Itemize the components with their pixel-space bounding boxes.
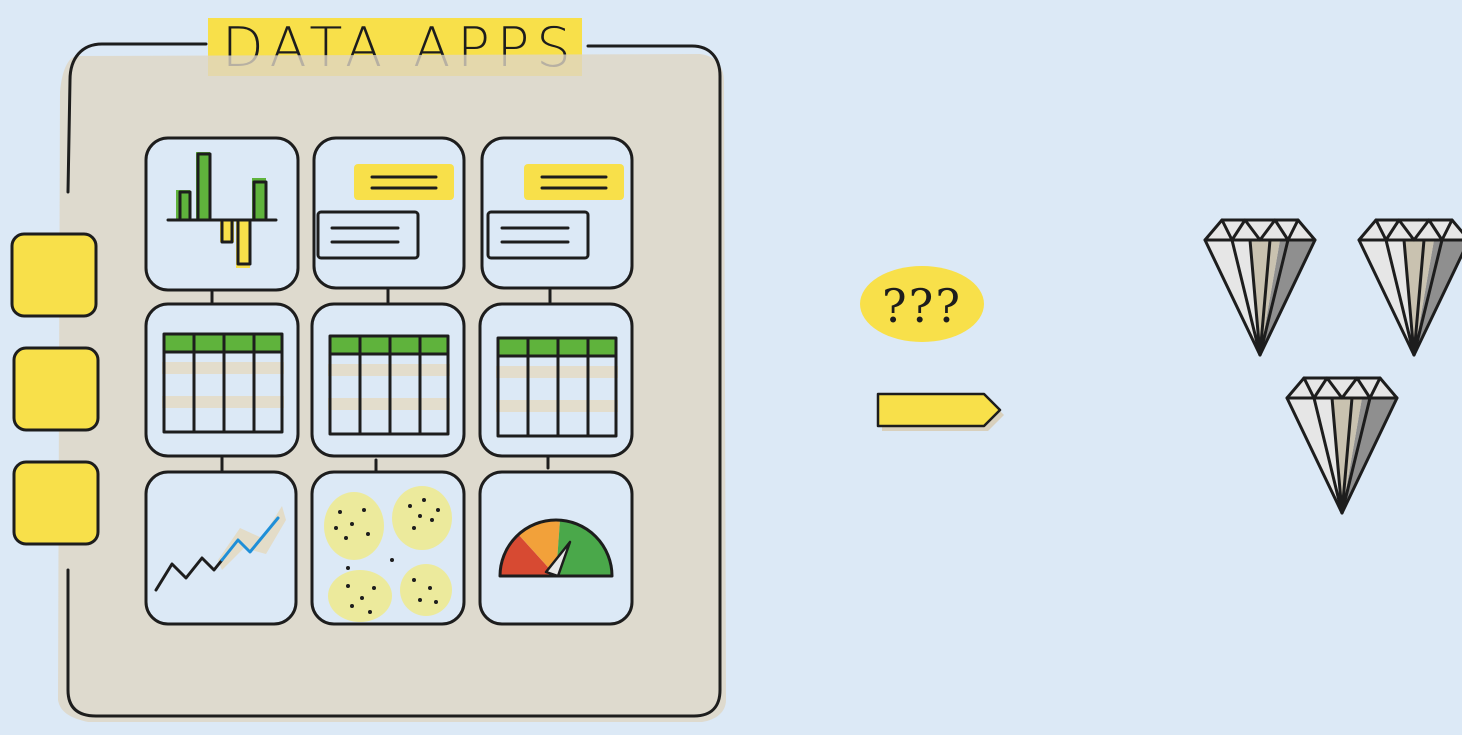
tile bbox=[478, 470, 634, 626]
tile bbox=[480, 136, 634, 290]
tile bbox=[312, 136, 466, 290]
yellow-tab bbox=[12, 460, 100, 546]
diamond-icon bbox=[1357, 218, 1462, 357]
question-badge-text: ??? bbox=[882, 279, 962, 333]
tile bbox=[144, 470, 298, 626]
outputs bbox=[1203, 218, 1462, 515]
tile bbox=[310, 470, 466, 626]
tile bbox=[144, 302, 300, 458]
tile bbox=[478, 302, 634, 458]
diamond-icon bbox=[1285, 376, 1399, 515]
tile bbox=[144, 136, 300, 292]
tile-grid bbox=[144, 136, 634, 626]
side-tabs bbox=[10, 232, 100, 546]
diamond-icon bbox=[1203, 218, 1317, 357]
arrow-icon bbox=[876, 392, 1004, 431]
tile bbox=[310, 302, 466, 458]
yellow-tab bbox=[12, 346, 100, 432]
data-apps-diagram: DATA APPS ??? bbox=[10, 16, 1462, 722]
yellow-tab bbox=[10, 232, 98, 318]
